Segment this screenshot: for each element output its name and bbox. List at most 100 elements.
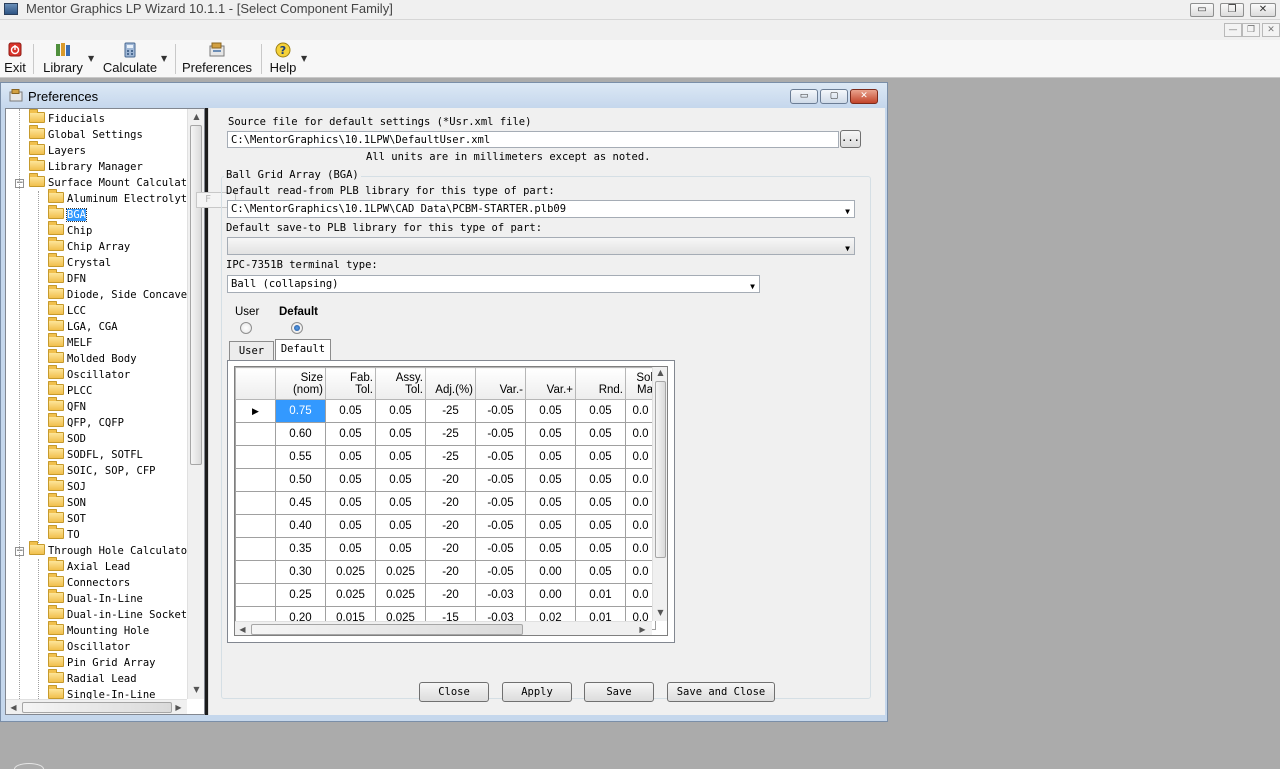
grid-cell[interactable]: 0.05 [575, 537, 626, 561]
grid-scroll-down-icon[interactable]: ▼ [653, 607, 667, 619]
tree-item[interactable]: Chip Array [48, 237, 130, 255]
tree-item[interactable]: Fiducials [29, 109, 105, 127]
mdi-minimize-button[interactable]: — [1224, 23, 1242, 37]
row-header[interactable] [235, 445, 276, 469]
row-header[interactable] [235, 491, 276, 515]
tree-horizontal-scrollbar[interactable]: ◀ ▶ [6, 699, 187, 714]
preferences-button[interactable]: Preferences [181, 42, 253, 76]
tolerance-grid[interactable]: Size (nom) Fab. Tol. Assy. Tol. Adj.(%) Var.- Va… [234, 366, 668, 636]
grid-cell[interactable]: 0.05 [575, 468, 626, 492]
grid-cell[interactable]: -20 [425, 537, 476, 561]
row-header[interactable] [235, 537, 276, 561]
grid-cell[interactable]: 0.05 [325, 491, 376, 515]
scroll-left-arrow-icon[interactable]: ◀ [6, 700, 21, 714]
tree-hscroll-thumb[interactable] [22, 702, 172, 713]
pref-minimize-button[interactable]: ▭ [790, 89, 818, 104]
grid-cell[interactable]: 0.60 [275, 422, 326, 446]
grid-cell[interactable]: -20 [425, 468, 476, 492]
pref-close-button[interactable]: ✕ [850, 89, 878, 104]
grid-cell[interactable]: 0.025 [375, 560, 426, 584]
grid-cell[interactable]: 0.00 [525, 560, 576, 584]
grid-cell[interactable]: 0.05 [575, 445, 626, 469]
grid-cell[interactable]: -20 [425, 560, 476, 584]
pref-maximize-button[interactable]: ▢ [820, 89, 848, 104]
grid-cell[interactable]: 0.0 [625, 537, 656, 561]
grid-cell[interactable]: 0.05 [575, 560, 626, 584]
table-row[interactable]: 0.35 0.05 0.05 -20 -0.05 0.05 0.05 0.0 [235, 537, 656, 561]
grid-cell[interactable]: -0.05 [475, 468, 526, 492]
tree-item[interactable]: Molded Body [48, 349, 137, 367]
table-row[interactable]: 0.40 0.05 0.05 -20 -0.05 0.05 0.05 0.0 [235, 514, 656, 538]
row-header[interactable] [235, 583, 276, 607]
browse-button[interactable]: ... [840, 130, 861, 148]
restore-button[interactable]: ❐ [1220, 3, 1244, 17]
tree-item[interactable]: Aluminum Electrolytic [48, 189, 200, 207]
grid-cell[interactable]: 0.05 [525, 445, 576, 469]
help-dropdown-icon[interactable]: ▼ [301, 54, 307, 63]
grid-cell[interactable]: 0.45 [275, 491, 326, 515]
grid-column-header[interactable]: Assy. Tol. [375, 367, 426, 400]
exit-button[interactable]: Exit [3, 42, 27, 76]
grid-column-header[interactable]: Fab. Tol. [325, 367, 376, 400]
save-and-close-button[interactable]: Save and Close [667, 682, 775, 702]
grid-cell[interactable]: 0.05 [575, 422, 626, 446]
grid-cell[interactable]: 0.0 [625, 468, 656, 492]
grid-cell[interactable]: 0.05 [375, 422, 426, 446]
grid-cell[interactable]: 0.25 [275, 583, 326, 607]
tree-item[interactable]: Global Settings [29, 125, 143, 143]
grid-column-header[interactable]: Sol Ma [625, 367, 656, 400]
grid-cell[interactable]: 0.05 [375, 491, 426, 515]
grid-cell[interactable]: 0.0 [625, 399, 656, 423]
tree-item[interactable]: Dual-in-Line Socket [48, 605, 187, 623]
calculate-button[interactable]: Calculate [101, 42, 159, 76]
table-row[interactable]: 0.45 0.05 0.05 -20 -0.05 0.05 0.05 0.0 [235, 491, 656, 515]
grid-cell[interactable]: 0.00 [525, 583, 576, 607]
table-row[interactable]: 0.60 0.05 0.05 -25 -0.05 0.05 0.05 0.0 [235, 422, 656, 446]
tree-scroll-thumb[interactable] [190, 125, 202, 465]
tree-item[interactable]: SODFL, SOTFL [48, 445, 143, 463]
tree-item[interactable]: Diode, Side Concave [48, 285, 187, 303]
grid-cell[interactable]: 0.05 [375, 399, 426, 423]
grid-cell[interactable]: -0.05 [475, 445, 526, 469]
grid-cell[interactable]: 0.30 [275, 560, 326, 584]
grid-cell[interactable]: 0.05 [325, 422, 376, 446]
row-header[interactable] [235, 468, 276, 492]
tree-item[interactable]: Oscillator [48, 365, 130, 383]
grid-cell[interactable]: 0.05 [325, 468, 376, 492]
close-button[interactable]: ✕ [1250, 3, 1276, 17]
grid-column-header[interactable]: Size (nom) [275, 367, 326, 400]
grid-cell[interactable]: 0.05 [525, 468, 576, 492]
grid-cell[interactable]: 0.05 [525, 422, 576, 446]
row-header[interactable] [235, 422, 276, 446]
grid-cell[interactable]: -0.05 [475, 537, 526, 561]
tree-item[interactable]: Oscillator [48, 637, 130, 655]
row-header[interactable] [235, 560, 276, 584]
grid-cell[interactable]: 0.05 [325, 399, 376, 423]
grid-column-header[interactable]: Var.+ [525, 367, 576, 400]
grid-cell[interactable]: -25 [425, 445, 476, 469]
help-button[interactable]: ? Help [267, 42, 299, 76]
grid-cell[interactable]: -0.05 [475, 514, 526, 538]
grid-cell[interactable]: -0.03 [475, 583, 526, 607]
tab-user[interactable]: User [229, 341, 274, 361]
grid-cell[interactable]: 0.025 [325, 560, 376, 584]
apply-button[interactable]: Apply [502, 682, 572, 702]
radio-user[interactable] [240, 322, 252, 334]
terminal-type-select[interactable]: Ball (collapsing) ▼ [227, 275, 760, 293]
grid-cell[interactable]: 0.05 [525, 399, 576, 423]
grid-cell[interactable]: 0.05 [525, 491, 576, 515]
grid-cell[interactable]: -20 [425, 514, 476, 538]
grid-hscroll-thumb[interactable] [251, 624, 523, 635]
grid-scroll-left-icon[interactable]: ◀ [235, 622, 250, 635]
grid-column-header[interactable]: Rnd. [575, 367, 626, 400]
library-dropdown-icon[interactable]: ▼ [88, 54, 94, 63]
grid-vertical-scrollbar[interactable]: ▲ ▼ [652, 367, 667, 621]
grid-cell[interactable]: -20 [425, 491, 476, 515]
scroll-down-arrow-icon[interactable]: ▼ [189, 682, 204, 697]
grid-cell[interactable]: -25 [425, 422, 476, 446]
tree-item[interactable]: SOIC, SOP, CFP [48, 461, 156, 479]
grid-cell[interactable]: 0.0 [625, 491, 656, 515]
row-header[interactable]: ▶ [235, 399, 276, 423]
grid-cell[interactable]: 0.55 [275, 445, 326, 469]
grid-cell[interactable]: 0.05 [525, 537, 576, 561]
